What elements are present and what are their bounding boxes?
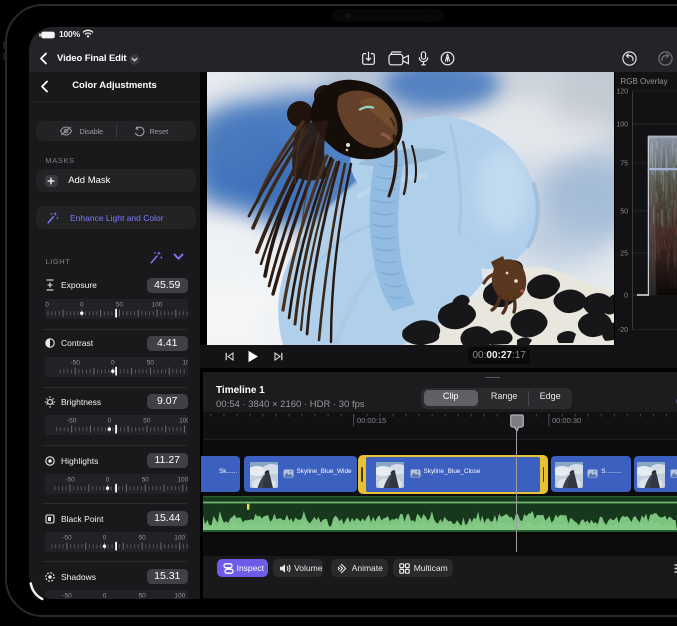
svg-text:25: 25 — [620, 250, 628, 257]
svg-text:0: 0 — [106, 477, 110, 484]
svg-text:-50: -50 — [67, 418, 77, 425]
svg-text:120: 120 — [616, 89, 628, 96]
svg-text:50: 50 — [147, 360, 155, 367]
svg-text:50: 50 — [141, 477, 149, 484]
svg-text:100: 100 — [174, 535, 185, 542]
svg-text:-50: -50 — [70, 360, 80, 367]
svg-text:50: 50 — [143, 418, 151, 425]
svg-text:-50: -50 — [62, 593, 72, 599]
svg-text:0: 0 — [107, 418, 111, 425]
svg-text:75: 75 — [620, 161, 628, 168]
svg-text:-50: -50 — [45, 301, 49, 308]
svg-text:50: 50 — [620, 208, 628, 215]
svg-text:100: 100 — [177, 477, 188, 484]
svg-text:0: 0 — [624, 293, 628, 300]
svg-text:0: 0 — [103, 593, 107, 599]
svg-text:50: 50 — [138, 535, 146, 542]
svg-text:100: 100 — [182, 360, 188, 367]
svg-text:-50: -50 — [62, 535, 72, 542]
svg-text:0: 0 — [103, 535, 107, 542]
svg-text:100: 100 — [616, 122, 628, 129]
svg-text:0: 0 — [111, 360, 115, 367]
svg-text:100: 100 — [151, 301, 162, 308]
svg-text:50: 50 — [138, 593, 146, 599]
svg-text:-20: -20 — [618, 327, 628, 334]
svg-text:0: 0 — [80, 301, 84, 308]
svg-text:50: 50 — [116, 301, 124, 308]
svg-text:100: 100 — [174, 593, 185, 599]
svg-text:-50: -50 — [65, 477, 75, 484]
svg-text:100: 100 — [179, 418, 188, 425]
